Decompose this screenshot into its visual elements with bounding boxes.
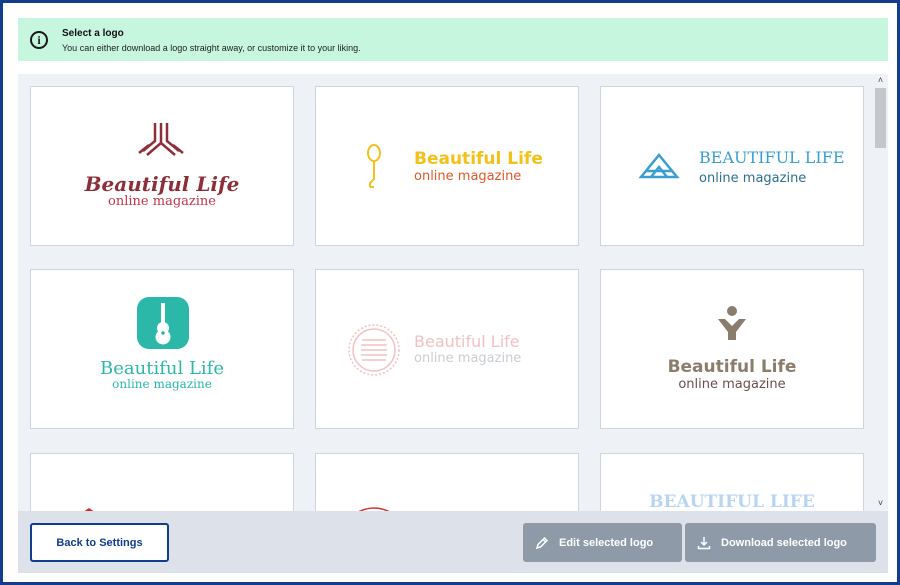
app-window: i Select a logo You can either download … [0,0,900,585]
mountain-triangle-icon [638,153,680,179]
logo-card[interactable]: Beautiful Life online magazine [30,269,294,429]
logo-card[interactable]: Beautiful Life online magazine [315,86,579,246]
info-message: You can either download a logo straight … [62,43,361,53]
footer-bar: Back to Settings Edit selected logo Down… [18,511,888,573]
edit-label: Edit selected logo [559,536,654,549]
scroll-up-icon[interactable]: ˄ [873,74,888,86]
tripod-icon [138,123,184,156]
logo-card[interactable]: Beautiful Life online magazine [600,269,864,429]
logo-title: Beautiful Life [84,172,240,196]
vertical-scrollbar[interactable]: ˄ ˅ [873,74,888,511]
logo-grid: Beautiful Life online magazine Beautiful… [18,74,888,511]
person-figure-icon [718,306,746,340]
logo-title: Beautiful Life [668,357,797,377]
logo-card[interactable]: Beautiful Life online magazine [30,86,294,246]
logo-subtitle: online magazine [112,377,212,391]
logo-card[interactable]: BEAUTIFUL LIFE online magazine [600,86,864,246]
back-to-settings-button[interactable]: Back to Settings [30,523,169,562]
scroll-thumb[interactable] [875,88,886,148]
download-label: Download selected logo [721,536,847,549]
logo-subtitle: online magazine [678,377,785,392]
logo-card[interactable]: Beautiful Life online magazine [315,269,579,429]
edit-selected-logo-button[interactable]: Edit selected logo [523,523,682,562]
microphone-icon [367,144,381,188]
logo-title: BEAUTIFUL LIFE [699,148,845,167]
logo-title: Beautiful Life [100,358,224,379]
logo-subtitle: online magazine [699,171,806,186]
logo-title: Beautiful Life [414,332,520,351]
scroll-down-icon[interactable]: ˅ [873,497,888,509]
info-banner: i Select a logo You can either download … [18,18,888,61]
stacked-circle-icon [348,324,400,376]
logo-title: BEAUTIFUL LIFE [649,492,815,511]
logo-card[interactable]: BEAUTIFUL LIFE [600,453,864,511]
logo-card[interactable] [30,453,294,511]
logo-card[interactable] [315,453,579,511]
info-icon: i [30,31,48,49]
info-title: Select a logo [62,28,124,39]
pencil-icon [535,536,549,550]
download-selected-logo-button[interactable]: Download selected logo [685,523,876,562]
logo-subtitle: online magazine [414,169,521,184]
logo-title: Beautiful Life [414,149,543,169]
guitar-icon [137,297,189,349]
logo-subtitle: online magazine [108,194,216,209]
logo-subtitle: online magazine [414,351,521,366]
download-icon [697,536,711,550]
